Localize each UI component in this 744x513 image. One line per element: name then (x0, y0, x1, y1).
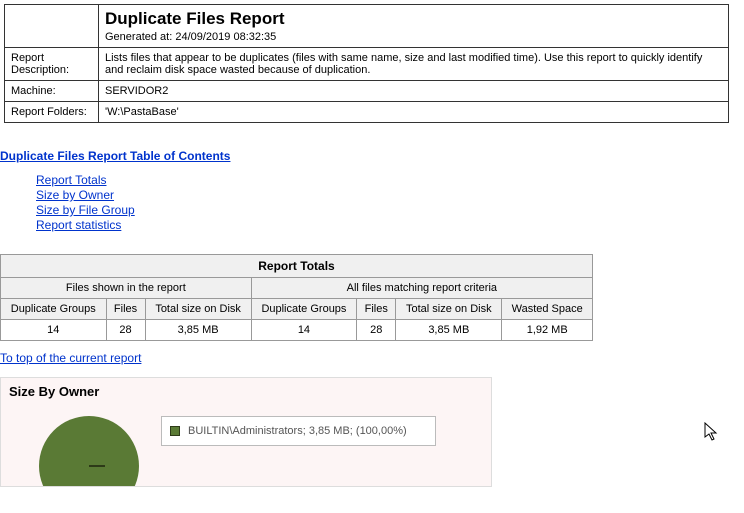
cell-files-r: 28 (357, 320, 396, 341)
legend-text: BUILTIN\Administrators; 3,85 MB; (100,00… (188, 425, 407, 437)
toc-item-size-by-file-group[interactable]: Size by File Group (36, 203, 135, 217)
cell-total-size-r: 3,85 MB (396, 320, 502, 341)
folders-value: 'W:\PastaBase' (99, 102, 729, 123)
totals-section-title: Report Totals (1, 255, 593, 278)
th-files-l: Files (106, 299, 145, 320)
th-dup-groups-l: Duplicate Groups (1, 299, 107, 320)
pie-chart (39, 416, 139, 487)
toc-title-link[interactable]: Duplicate Files Report Table of Contents (0, 149, 230, 163)
cell-dup-groups-r: 14 (251, 320, 357, 341)
machine-label: Machine: (5, 81, 99, 102)
toc-item-size-by-owner[interactable]: Size by Owner (36, 188, 114, 202)
th-total-size-r: Total size on Disk (396, 299, 502, 320)
totals-group-all: All files matching report criteria (251, 278, 592, 299)
chart-legend: BUILTIN\Administrators; 3,85 MB; (100,00… (161, 416, 436, 446)
th-files-r: Files (357, 299, 396, 320)
table-row: 14 28 3,85 MB 14 28 3,85 MB 1,92 MB (1, 320, 593, 341)
report-info-table: Duplicate Files Report Generated at: 24/… (4, 4, 729, 123)
size-by-owner-title: Size By Owner (9, 384, 483, 399)
cell-total-size-l: 3,85 MB (145, 320, 251, 341)
toc-item-report-statistics[interactable]: Report statistics (36, 218, 121, 232)
description-value: Lists files that appear to be duplicates… (99, 48, 729, 81)
report-totals-table: Report Totals Files shown in the report … (0, 254, 593, 341)
description-label: Report Description: (5, 48, 99, 81)
cell-files-l: 28 (106, 320, 145, 341)
cell-dup-groups-l: 14 (1, 320, 107, 341)
machine-value: SERVIDOR2 (99, 81, 729, 102)
cell-wasted-r: 1,92 MB (502, 320, 593, 341)
legend-swatch-icon (170, 426, 180, 436)
generated-at: Generated at: 24/09/2019 08:32:35 (105, 31, 722, 43)
th-wasted-r: Wasted Space (502, 299, 593, 320)
report-title: Duplicate Files Report (105, 9, 722, 29)
th-total-size-l: Total size on Disk (145, 299, 251, 320)
totals-group-shown: Files shown in the report (1, 278, 252, 299)
toc-item-report-totals[interactable]: Report Totals (36, 173, 106, 187)
folders-label: Report Folders: (5, 102, 99, 123)
toc-list: Report Totals Size by Owner Size by File… (36, 173, 744, 232)
to-top-link[interactable]: To top of the current report (0, 351, 141, 365)
cursor-icon (704, 422, 720, 442)
size-by-owner-panel: Size By Owner BUILTIN\Administrators; 3,… (0, 377, 492, 487)
th-dup-groups-r: Duplicate Groups (251, 299, 357, 320)
